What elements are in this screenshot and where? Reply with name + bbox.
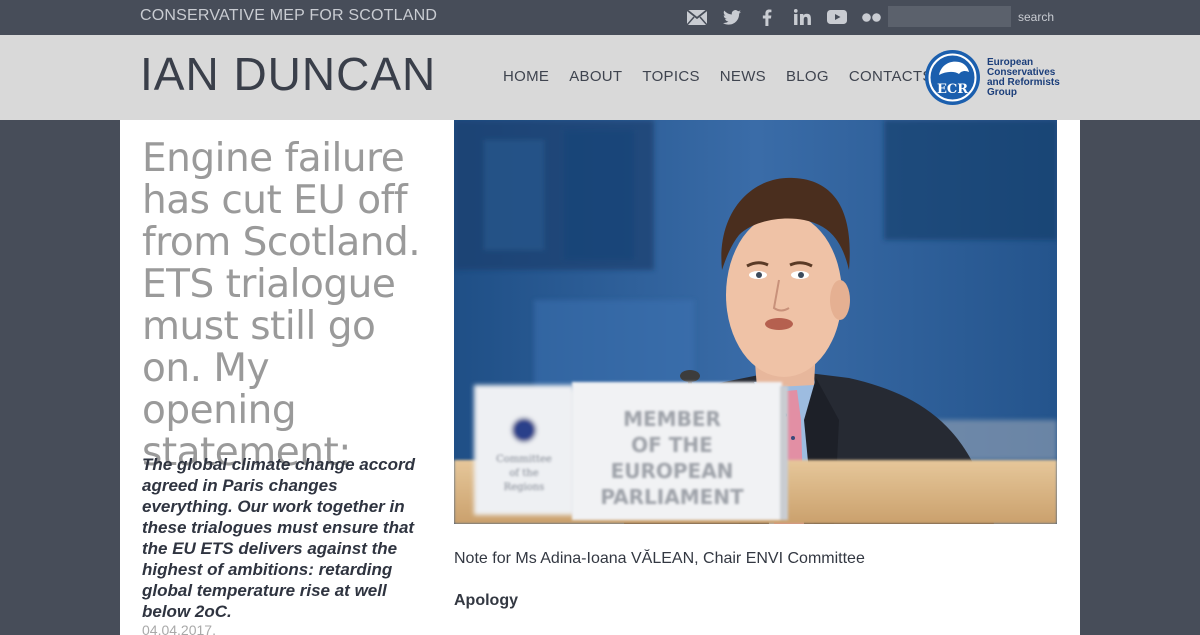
article-date: 04.04.2017. [142,622,216,635]
article-note: Note for Ms Adina-Ioana VĂLEAN, Chair EN… [454,550,865,567]
tagline: CONSERVATIVE MEP FOR SCOTLAND [140,7,438,24]
ecr-lion-icon: ECR [925,50,980,105]
nav-home[interactable]: HOME [503,68,549,85]
nav-contacts[interactable]: CONTACTS [849,68,933,85]
article-title: Engine failure has cut EU off from Scotl… [142,136,421,475]
article-lead: The global climate change accord agreed … [142,455,416,621]
site-title[interactable]: IAN DUNCAN [140,47,436,101]
search-input[interactable] [888,6,1011,27]
search-button[interactable]: search [1018,10,1054,24]
article-photo: MEMBER OF THE EUROPEAN PARLIAMENT Commit… [454,120,1057,524]
facebook-icon[interactable] [756,7,778,27]
svg-text:Regions: Regions [504,482,545,493]
ecr-logo-text: European Conservatives and Reformists Gr… [987,56,1060,98]
svg-text:EUROPEAN: EUROPEAN [611,459,734,483]
main-nav: HOME ABOUT TOPICS NEWS BLOG CONTACTS [503,68,953,85]
nav-about[interactable]: ABOUT [569,68,622,85]
svg-text:Committee: Committee [496,454,552,465]
ecr-logo[interactable]: ECR European Conservatives and Reformist… [924,49,1067,106]
twitter-icon[interactable] [721,7,743,27]
social-links [686,6,883,28]
flickr-icon[interactable] [861,7,883,27]
svg-text:OF THE: OF THE [631,433,713,457]
nav-blog[interactable]: BLOG [786,68,829,85]
svg-text:MEMBER: MEMBER [623,407,721,431]
linkedin-icon[interactable] [791,7,813,27]
top-bar: CONSERVATIVE MEP FOR SCOTLAND search [0,0,1200,35]
article-subhead: Apology [454,592,518,609]
svg-text:ECR: ECR [937,82,968,97]
nav-news[interactable]: NEWS [720,68,766,85]
site-header: IAN DUNCAN HOME ABOUT TOPICS NEWS BLOG C… [0,35,1200,120]
mail-icon[interactable] [686,7,708,27]
svg-text:of the: of the [509,468,538,479]
article-content: Engine failure has cut EU off from Scotl… [120,120,1080,635]
youtube-icon[interactable] [826,7,848,27]
nav-topics[interactable]: TOPICS [642,68,699,85]
svg-text:PARLIAMENT: PARLIAMENT [600,485,744,509]
